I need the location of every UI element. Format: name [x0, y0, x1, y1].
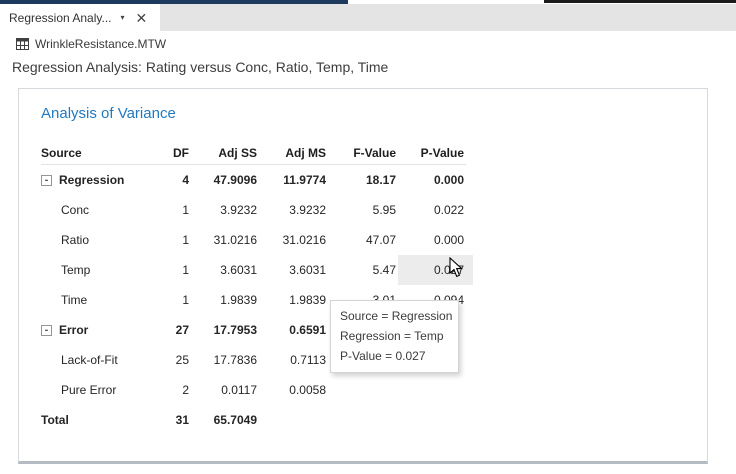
tooltip-line: Regression = Temp [340, 326, 449, 346]
adj-ss-cell[interactable]: 65.7049 [191, 413, 259, 427]
adj-ms-cell[interactable]: 3.9232 [259, 203, 328, 217]
hover-tooltip: Source = Regression Regression = Temp P-… [330, 300, 459, 373]
source-label: Total [41, 413, 69, 427]
adj-ms-cell[interactable]: 1.9839 [259, 293, 328, 307]
adj-ss-cell[interactable]: 31.0216 [191, 233, 259, 247]
anova-table: SourceDFAdj SSAdj MSF-ValueP-Value-Regre… [41, 141, 466, 435]
section-title: Analysis of Variance [41, 105, 176, 122]
df-cell[interactable]: 2 [151, 383, 191, 397]
tab-regression-analysis[interactable]: Regression Analy... ▾ ✕ [0, 4, 160, 31]
source-cell[interactable]: Time [41, 293, 151, 307]
table-row: -Regression447.909611.977418.170.000 [41, 165, 466, 195]
source-cell[interactable]: -Error [41, 323, 151, 337]
source-cell[interactable]: Ratio [41, 233, 151, 247]
column-header: F-Value [328, 146, 398, 160]
source-label: Error [59, 323, 88, 337]
column-header: DF [151, 146, 191, 160]
df-cell[interactable]: 25 [151, 353, 191, 367]
output-panel: Analysis of Variance SourceDFAdj SSAdj M… [18, 88, 708, 464]
output-tab-bar: Regression Analy... ▾ ✕ [0, 4, 736, 31]
adj-ms-cell[interactable]: 31.0216 [259, 233, 328, 247]
table-row: Temp13.60313.60315.470.027 [41, 255, 466, 285]
source-label: Regression [59, 173, 124, 187]
column-header: Source [41, 146, 151, 160]
df-cell[interactable]: 4 [151, 173, 191, 187]
worksheet-grid-icon [16, 38, 29, 50]
adj-ss-cell[interactable]: 17.7836 [191, 353, 259, 367]
f-value-cell[interactable]: 18.17 [328, 173, 398, 187]
column-header: P-Value [398, 146, 466, 160]
source-label: Pure Error [61, 383, 116, 397]
source-cell[interactable]: Pure Error [41, 383, 151, 397]
source-cell[interactable]: Temp [41, 263, 151, 277]
df-cell[interactable]: 1 [151, 233, 191, 247]
f-value-cell[interactable]: 47.07 [328, 233, 398, 247]
mouse-cursor-icon [449, 257, 465, 279]
f-value-cell[interactable]: 5.47 [328, 263, 398, 277]
tab-label: Regression Analy... [9, 11, 112, 25]
page-title: Regression Analysis: Rating versus Conc,… [12, 59, 388, 75]
source-cell[interactable]: Conc [41, 203, 151, 217]
source-label: Lack-of-Fit [61, 353, 118, 367]
source-cell[interactable]: -Regression [41, 173, 151, 187]
adj-ss-cell[interactable]: 3.9232 [191, 203, 259, 217]
collapse-icon[interactable]: - [41, 325, 52, 336]
column-header: Adj SS [191, 146, 259, 160]
p-value-cell[interactable]: 0.000 [398, 173, 466, 187]
worksheet-link[interactable]: WrinkleResistance.MTW [16, 37, 166, 51]
adj-ms-cell[interactable]: 0.7113 [259, 353, 328, 367]
table-row: Pure Error 20.01170.0058 [41, 375, 466, 405]
df-cell[interactable]: 27 [151, 323, 191, 337]
source-label: Ratio [61, 233, 89, 247]
df-cell[interactable]: 1 [151, 293, 191, 307]
adj-ss-cell[interactable]: 3.6031 [191, 263, 259, 277]
table-header-row: SourceDFAdj SSAdj MSF-ValueP-Value [41, 141, 466, 165]
adj-ss-cell[interactable]: 47.9096 [191, 173, 259, 187]
adj-ms-cell[interactable]: 0.6591 [259, 323, 328, 337]
df-cell[interactable]: 31 [151, 413, 191, 427]
adj-ss-cell[interactable]: 1.9839 [191, 293, 259, 307]
df-cell[interactable]: 1 [151, 263, 191, 277]
source-cell[interactable]: Total [41, 413, 151, 427]
p-value-cell[interactable]: 0.022 [398, 203, 466, 217]
table-row: Conc13.92323.92325.950.022 [41, 195, 466, 225]
p-value-cell[interactable]: 0.000 [398, 233, 466, 247]
tooltip-line: Source = Regression [340, 306, 449, 326]
adj-ss-cell[interactable]: 17.7953 [191, 323, 259, 337]
df-cell[interactable]: 1 [151, 203, 191, 217]
source-label: Temp [61, 263, 90, 277]
adj-ms-cell[interactable]: 0.0058 [259, 383, 328, 397]
adj-ms-cell[interactable]: 11.9774 [259, 173, 328, 187]
top-window-edge [544, 0, 736, 3]
source-cell[interactable]: Lack-of-Fit [41, 353, 151, 367]
close-icon[interactable]: ✕ [136, 11, 148, 25]
chevron-down-icon[interactable]: ▾ [121, 13, 125, 22]
table-row: Total 3165.7049 [41, 405, 466, 435]
worksheet-name: WrinkleResistance.MTW [35, 37, 166, 51]
adj-ss-cell[interactable]: 0.0117 [191, 383, 259, 397]
f-value-cell[interactable]: 5.95 [328, 203, 398, 217]
tooltip-line: P-Value = 0.027 [340, 346, 449, 366]
table-row: Ratio131.021631.021647.070.000 [41, 225, 466, 255]
source-label: Time [61, 293, 87, 307]
collapse-icon[interactable]: - [41, 175, 52, 186]
source-label: Conc [61, 203, 89, 217]
column-header: Adj MS [259, 146, 328, 160]
adj-ms-cell[interactable]: 3.6031 [259, 263, 328, 277]
